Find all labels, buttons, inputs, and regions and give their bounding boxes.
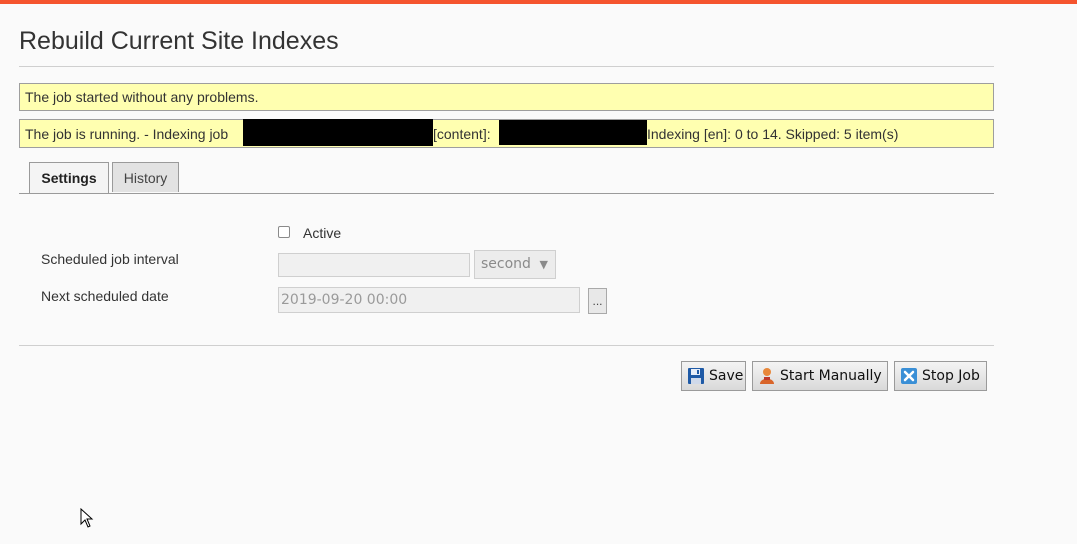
running-text-part1: The job is running. - Indexing job — [25, 126, 229, 142]
date-picker-button[interactable]: ... — [588, 288, 607, 314]
tab-history[interactable]: History — [112, 162, 179, 192]
tab-settings[interactable]: Settings — [29, 162, 109, 194]
top-accent-bar — [0, 0, 1077, 4]
start-manually-button-label: Start Manually — [780, 368, 882, 384]
chevron-down-icon: ▼ — [539, 258, 548, 271]
save-button-label: Save — [709, 368, 744, 384]
redacted-block — [499, 120, 647, 145]
page-title: Rebuild Current Site Indexes — [19, 27, 339, 55]
active-checkbox[interactable] — [278, 226, 290, 238]
title-divider — [19, 66, 994, 67]
stop-job-button-label: Stop Job — [922, 368, 980, 384]
stop-x-icon — [901, 368, 917, 384]
interval-label: Scheduled job interval — [41, 251, 179, 267]
next-date-input[interactable]: 2019-09-20 00:00 — [278, 287, 580, 313]
status-message-running: The job is running. - Indexing job [cont… — [19, 119, 994, 148]
start-manually-button[interactable]: Start Manually — [752, 361, 888, 391]
running-text-part2: [content]: — [433, 126, 491, 142]
tab-bar-divider — [19, 193, 994, 194]
stop-job-button[interactable]: Stop Job — [894, 361, 987, 391]
actions-divider — [19, 345, 994, 346]
running-text-part3: Indexing [en]: 0 to 14. Skipped: 5 item(… — [647, 126, 899, 142]
status-message-started: The job started without any problems. — [19, 83, 994, 111]
save-button[interactable]: Save — [681, 361, 746, 391]
interval-input[interactable] — [278, 253, 470, 277]
active-label: Active — [303, 225, 342, 241]
mouse-pointer-icon — [80, 508, 94, 528]
user-person-icon — [760, 368, 774, 384]
next-date-label: Next scheduled date — [41, 288, 169, 304]
redacted-block — [243, 119, 433, 146]
interval-unit-value: second — [481, 256, 531, 272]
floppy-disk-icon — [688, 368, 704, 384]
status-message-started-text: The job started without any problems. — [25, 89, 259, 105]
interval-unit-select[interactable]: second ▼ — [474, 250, 556, 279]
